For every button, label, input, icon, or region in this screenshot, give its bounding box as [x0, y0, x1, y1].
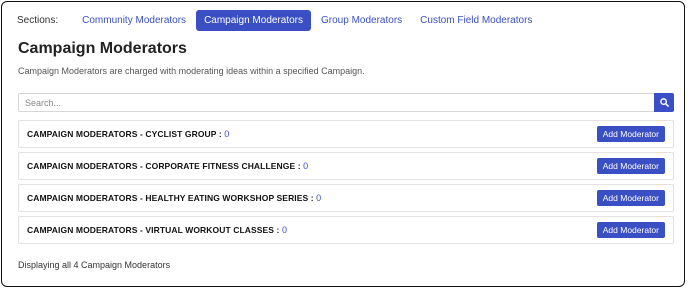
search-button[interactable] [654, 93, 674, 112]
add-moderator-button[interactable]: Add Moderator [596, 190, 665, 206]
moderator-count: 0 [281, 225, 288, 235]
moderator-count: 0 [316, 193, 322, 203]
sections-nav: Sections: Community Moderators Campaign … [17, 10, 542, 31]
search-input[interactable] [18, 93, 654, 112]
moderator-group-title: CAMPAIGN MODERATORS - CORPORATE FITNESS … [27, 161, 309, 171]
results-summary: Displaying all 4 Campaign Moderators [18, 260, 171, 270]
tab-group-moderators[interactable]: Group Moderators [313, 10, 410, 31]
search-bar [18, 93, 674, 112]
moderator-count: 0 [303, 161, 309, 171]
moderator-group-title: CAMPAIGN MODERATORS - CYCLIST GROUP : 0 [27, 129, 230, 139]
moderator-group-list: CAMPAIGN MODERATORS - CYCLIST GROUP : 0 … [18, 120, 674, 248]
moderator-group-title: CAMPAIGN MODERATORS - VIRTUAL WORKOUT CL… [27, 225, 288, 235]
list-item: CAMPAIGN MODERATORS - CORPORATE FITNESS … [18, 152, 674, 180]
tab-campaign-moderators[interactable]: Campaign Moderators [196, 10, 311, 31]
list-item: CAMPAIGN MODERATORS - CYCLIST GROUP : 0 … [18, 120, 674, 148]
add-moderator-button[interactable]: Add Moderator [596, 158, 665, 174]
page-title: Campaign Moderators [18, 40, 187, 57]
add-moderator-button[interactable]: Add Moderator [596, 126, 665, 142]
moderator-group-title: CAMPAIGN MODERATORS - HEALTHY EATING WOR… [27, 193, 322, 203]
tab-community-moderators[interactable]: Community Moderators [74, 10, 194, 31]
page-description: Campaign Moderators are charged with mod… [18, 66, 365, 76]
list-item: CAMPAIGN MODERATORS - HEALTHY EATING WOR… [18, 184, 674, 212]
tab-custom-field-moderators[interactable]: Custom Field Moderators [412, 10, 540, 31]
list-item: CAMPAIGN MODERATORS - VIRTUAL WORKOUT CL… [18, 216, 674, 244]
add-moderator-button[interactable]: Add Moderator [596, 222, 665, 238]
sections-label: Sections: [17, 15, 59, 26]
page-frame: Sections: Community Moderators Campaign … [1, 1, 685, 287]
search-icon [659, 98, 669, 107]
moderator-count: 0 [224, 129, 230, 139]
